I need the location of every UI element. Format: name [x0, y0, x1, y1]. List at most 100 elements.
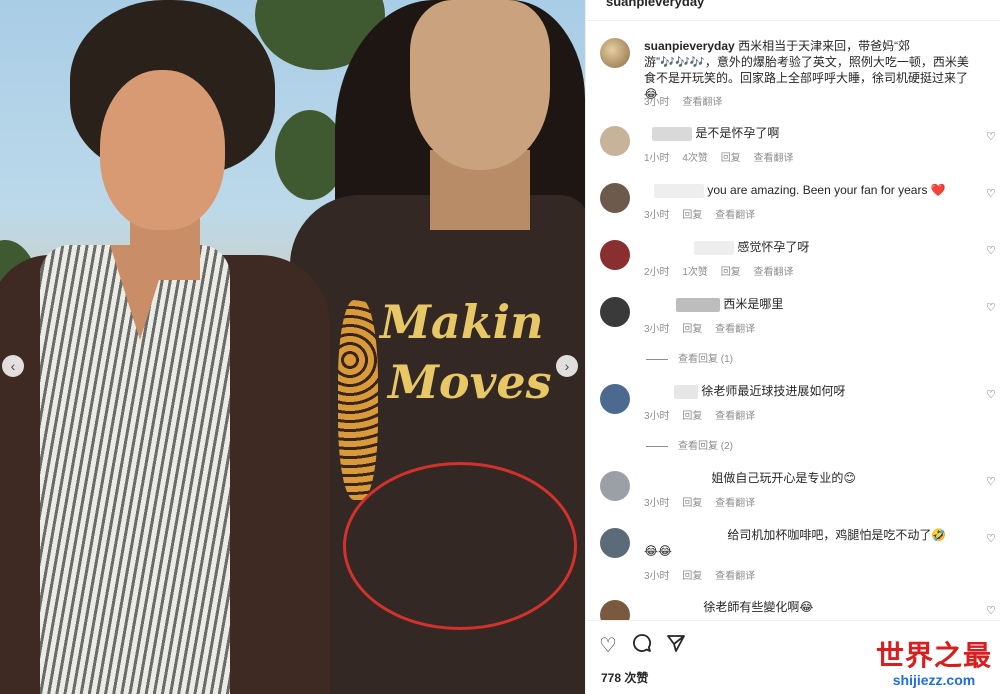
carousel-prev-button[interactable]: ‹: [2, 355, 24, 377]
comment-text: 徐老师最近球技进展如何呀: [644, 383, 969, 399]
comment-body-line2: 😂😂: [644, 544, 673, 558]
blurred-username: [674, 384, 698, 399]
comment-text: 西米是哪里: [644, 296, 969, 312]
comment-translate-link[interactable]: 查看翻译: [715, 210, 755, 221]
comment-like-heart-icon[interactable]: ♡: [986, 532, 996, 545]
caption-avatar[interactable]: [600, 38, 630, 68]
comment-avatar[interactable]: [600, 528, 630, 558]
comment-reply-link[interactable]: 回复: [682, 411, 702, 422]
like-heart-icon[interactable]: ♡: [599, 633, 617, 658]
woman-left-face: [100, 70, 225, 230]
comment-meta: 3小时 回复 查看翻译: [644, 494, 765, 509]
comment-body: 西米是哪里: [723, 297, 784, 311]
woman-right-face: [410, 0, 550, 170]
watermark-title: 世界之最: [875, 639, 992, 672]
shirt-leopard-print: [338, 300, 378, 500]
comment-avatar[interactable]: [600, 183, 630, 213]
shirt-print-line2: Moves: [388, 355, 552, 409]
comment-body: 姐做自己玩开心是专业的😊: [711, 471, 856, 485]
comment-time: 3小时: [644, 498, 670, 509]
comment-translate-link[interactable]: 查看翻译: [715, 498, 755, 509]
comment-reply-link[interactable]: 回复: [721, 267, 741, 278]
comment-text: 给司机加杯咖啡吧，鸡腿怕是吃不动了🤣 😂😂: [644, 527, 969, 559]
comments-panel: suanpieveryday suanpieveryday 西米相当于天津来回，…: [585, 0, 1000, 694]
comment-reply-link[interactable]: 回复: [682, 210, 702, 221]
comment-meta: 3小时 回复 查看翻译: [644, 567, 765, 582]
comment-avatar[interactable]: [600, 384, 630, 414]
comment-avatar[interactable]: [600, 126, 630, 156]
comment-text: you are amazing. Been your fan for years…: [644, 182, 969, 198]
comment-time: 3小时: [644, 411, 670, 422]
comment-time: 1小时: [644, 153, 670, 164]
comment-meta: 1小时 4次赞 回复 查看翻译: [644, 149, 803, 164]
comment-like-heart-icon[interactable]: ♡: [986, 301, 996, 314]
comment-text: 姐做自己玩开心是专业的😊: [644, 470, 969, 486]
comment-body: 是不是怀孕了啊: [695, 126, 780, 140]
blurred-username: [644, 600, 700, 615]
comment-translate-link[interactable]: 查看翻译: [715, 324, 755, 335]
comment-like-heart-icon[interactable]: ♡: [986, 187, 996, 200]
blurred-username: [694, 240, 734, 255]
comment-avatar[interactable]: [600, 297, 630, 327]
comment-text: 感觉怀孕了呀: [644, 239, 969, 255]
comment-like-heart-icon[interactable]: ♡: [986, 604, 996, 617]
comment-reply-link[interactable]: 回复: [682, 571, 702, 582]
comment-text: 是不是怀孕了啊: [644, 125, 969, 141]
share-paper-plane-icon[interactable]: [666, 633, 686, 659]
caption-translate-link[interactable]: 查看翻译: [682, 97, 722, 108]
comment-body: 感觉怀孕了呀: [737, 240, 810, 254]
blurred-username: [654, 183, 704, 198]
comment-time: 3小时: [644, 571, 670, 582]
watermark-url: shijiezz.com: [892, 672, 976, 688]
comment-reply-link[interactable]: 回复: [721, 153, 741, 164]
comment-avatar[interactable]: [600, 240, 630, 270]
comment-body: 徐老师最近球技进展如何呀: [701, 384, 846, 398]
replies-dash: [646, 445, 668, 447]
blurred-username: [676, 297, 720, 312]
comment-meta: 3小时 回复 查看翻译: [644, 407, 765, 422]
comment-translate-link[interactable]: 查看翻译: [715, 571, 755, 582]
comment-reply-link[interactable]: 回复: [682, 324, 702, 335]
post-photo[interactable]: Makin Moves ‹ ›: [0, 0, 585, 694]
view-replies-label[interactable]: 查看回复 (1): [678, 354, 733, 365]
woman-left-vneck: [110, 245, 170, 340]
view-replies-link[interactable]: 查看回复 (1): [646, 350, 733, 365]
comment-time: 3小时: [644, 324, 670, 335]
comment-like-heart-icon[interactable]: ♡: [986, 388, 996, 401]
shirt-print-text: Makin Moves: [380, 292, 580, 412]
comment-meta: 2小时 1次赞 回复 查看翻译: [644, 263, 803, 278]
blurred-username: [644, 528, 724, 543]
caption-time: 3小时: [644, 97, 670, 108]
carousel-next-button[interactable]: ›: [556, 355, 578, 377]
comment-avatar[interactable]: [600, 471, 630, 501]
blurred-username: [652, 126, 692, 141]
comment-reply-link[interactable]: 回复: [682, 498, 702, 509]
like-count[interactable]: 778 次赞: [601, 669, 648, 686]
comment-time: 3小时: [644, 210, 670, 221]
header-divider: [586, 20, 1000, 21]
caption-username[interactable]: suanpieveryday: [644, 39, 735, 53]
comment-text: 徐老師有些變化啊😂: [644, 599, 969, 615]
comment-like-count[interactable]: 4次赞: [682, 153, 708, 164]
red-highlight-circle: [343, 462, 577, 630]
blurred-username: [644, 471, 708, 486]
comment-meta: 3小时 回复 查看翻译: [644, 320, 765, 335]
comment-bubble-icon[interactable]: [632, 633, 652, 659]
caption-meta: 3小时 查看翻译: [644, 93, 732, 108]
comment-translate-link[interactable]: 查看翻译: [753, 153, 793, 164]
comment-like-heart-icon[interactable]: ♡: [986, 130, 996, 143]
view-replies-label[interactable]: 查看回复 (2): [678, 441, 733, 452]
post-header-username[interactable]: suanpieveryday: [606, 0, 704, 9]
comment-like-count[interactable]: 1次赞: [682, 267, 708, 278]
view-replies-link[interactable]: 查看回复 (2): [646, 437, 733, 452]
replies-dash: [646, 358, 668, 360]
comment-like-heart-icon[interactable]: ♡: [986, 244, 996, 257]
comment-translate-link[interactable]: 查看翻译: [715, 411, 755, 422]
comment-like-heart-icon[interactable]: ♡: [986, 475, 996, 488]
shirt-print-line1: Makin: [380, 295, 544, 349]
comment-time: 2小时: [644, 267, 670, 278]
site-watermark: 世界之最 shijiezz.com: [876, 634, 992, 688]
comment-translate-link[interactable]: 查看翻译: [753, 267, 793, 278]
comment-meta: 3小时 回复 查看翻译: [644, 206, 765, 221]
comment-body: 给司机加杯咖啡吧，鸡腿怕是吃不动了🤣: [727, 528, 947, 542]
